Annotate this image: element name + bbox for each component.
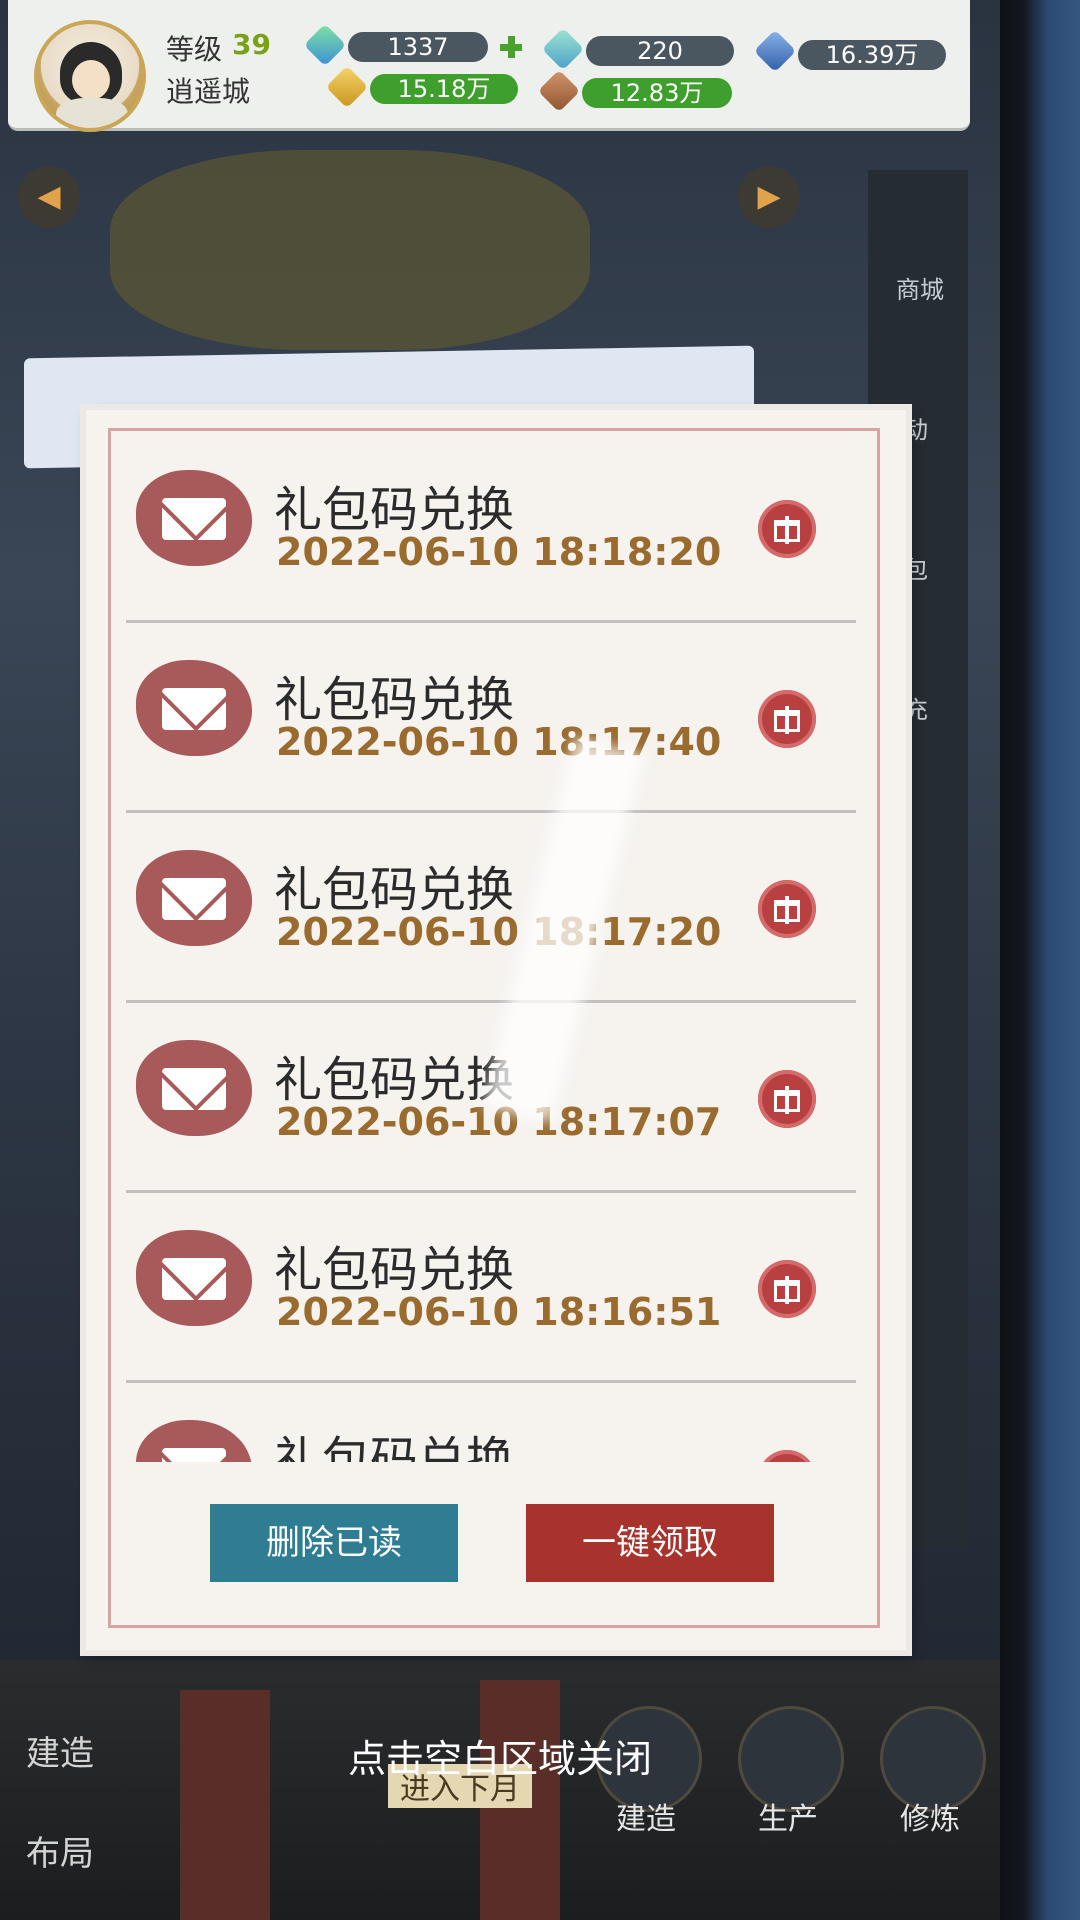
level-value: 39	[232, 28, 271, 61]
envelope-icon	[162, 498, 226, 540]
mail-time: 2022-06-10 18:17:40	[276, 720, 722, 764]
gift-icon[interactable]	[758, 690, 816, 748]
mail-badge	[136, 850, 252, 946]
scene-brick	[180, 1690, 270, 1920]
mail-badge	[136, 1420, 252, 1462]
scene-tree	[110, 150, 590, 350]
menu-cultivate-label[interactable]: 修炼	[870, 1794, 990, 1838]
gift-icon[interactable]	[758, 1450, 816, 1462]
delete-read-button[interactable]: 删除已读	[210, 1504, 458, 1582]
crystal-icon	[753, 29, 797, 73]
resource-bar: 等级 39 逍遥城 1337 220 16.39万 15.18万 12.83万	[8, 0, 970, 132]
mail-item[interactable]: 礼包码兑换 2022-06-10 18:17:40	[126, 620, 856, 813]
gem-icon	[303, 23, 347, 67]
close-hint[interactable]: 点击空白区域关闭	[0, 1728, 1000, 1783]
right-arrow-icon[interactable]: ▶	[738, 166, 800, 228]
player-avatar[interactable]	[34, 20, 146, 132]
avatar-robe	[56, 98, 128, 128]
jade-icon	[541, 27, 585, 71]
mail-badge	[136, 1230, 252, 1326]
envelope-icon	[162, 688, 226, 730]
mail-badge	[136, 1040, 252, 1136]
mail-time: 2022-06-10 18:17:20	[276, 910, 722, 954]
food-icon	[537, 69, 581, 113]
mail-badge	[136, 470, 252, 566]
menu-produce-label[interactable]: 生产	[728, 1794, 848, 1838]
mail-badge	[136, 660, 252, 756]
left-menu-layout[interactable]: 布局	[26, 1826, 94, 1875]
mail-time: 2022-06-10 18:18:20	[276, 530, 722, 574]
food-count: 12.83万	[582, 78, 732, 108]
side-label-recharge[interactable]: 充	[904, 690, 928, 725]
gold-count: 15.18万	[370, 74, 518, 104]
gift-icon[interactable]	[758, 880, 816, 938]
add-gem-icon[interactable]	[498, 34, 524, 60]
mail-time: 2022-06-10 18:16:51	[276, 1290, 722, 1334]
left-arrow-icon[interactable]: ◀	[18, 166, 80, 228]
mail-title: 礼包码兑换	[274, 1432, 515, 1462]
side-label-bag[interactable]: 包	[904, 550, 928, 585]
jade-count: 220	[586, 36, 734, 66]
menu-build-label[interactable]: 建造	[586, 1794, 706, 1838]
envelope-icon	[162, 1258, 226, 1300]
envelope-icon	[162, 878, 226, 920]
mail-item[interactable]: 礼包码兑换 2022-06-10 18:17:20	[126, 810, 856, 1003]
gem-count: 1337	[348, 32, 488, 62]
envelope-icon	[162, 1448, 226, 1462]
avatar-face	[72, 60, 110, 100]
gift-icon[interactable]	[758, 1070, 816, 1128]
side-label-shop[interactable]: 商城	[896, 270, 944, 305]
game-screen: 等级 39 逍遥城 1337 220 16.39万 15.18万 12.83万 …	[0, 0, 1000, 1920]
level-label: 等级	[166, 33, 223, 66]
gift-icon[interactable]	[758, 1260, 816, 1318]
envelope-icon	[162, 1068, 226, 1110]
gift-icon[interactable]	[758, 500, 816, 558]
city-name: 逍遥城	[166, 75, 251, 108]
phone-bezel	[1000, 0, 1080, 1920]
side-label-event[interactable]: 动	[904, 410, 928, 445]
mailbox-dialog: 礼包码兑换 2022-06-10 18:18:20 礼包码兑换 2022-06-…	[86, 410, 906, 1650]
claim-all-button[interactable]: 一键领取	[526, 1504, 774, 1582]
mail-item[interactable]: 礼包码兑换 2022-06-10 18:16:51	[126, 1190, 856, 1383]
gold-icon	[325, 65, 369, 109]
crystal-count: 16.39万	[798, 40, 946, 70]
mail-item[interactable]: 礼包码兑换	[126, 1380, 856, 1462]
mail-item[interactable]: 礼包码兑换 2022-06-10 18:18:20	[126, 430, 856, 623]
